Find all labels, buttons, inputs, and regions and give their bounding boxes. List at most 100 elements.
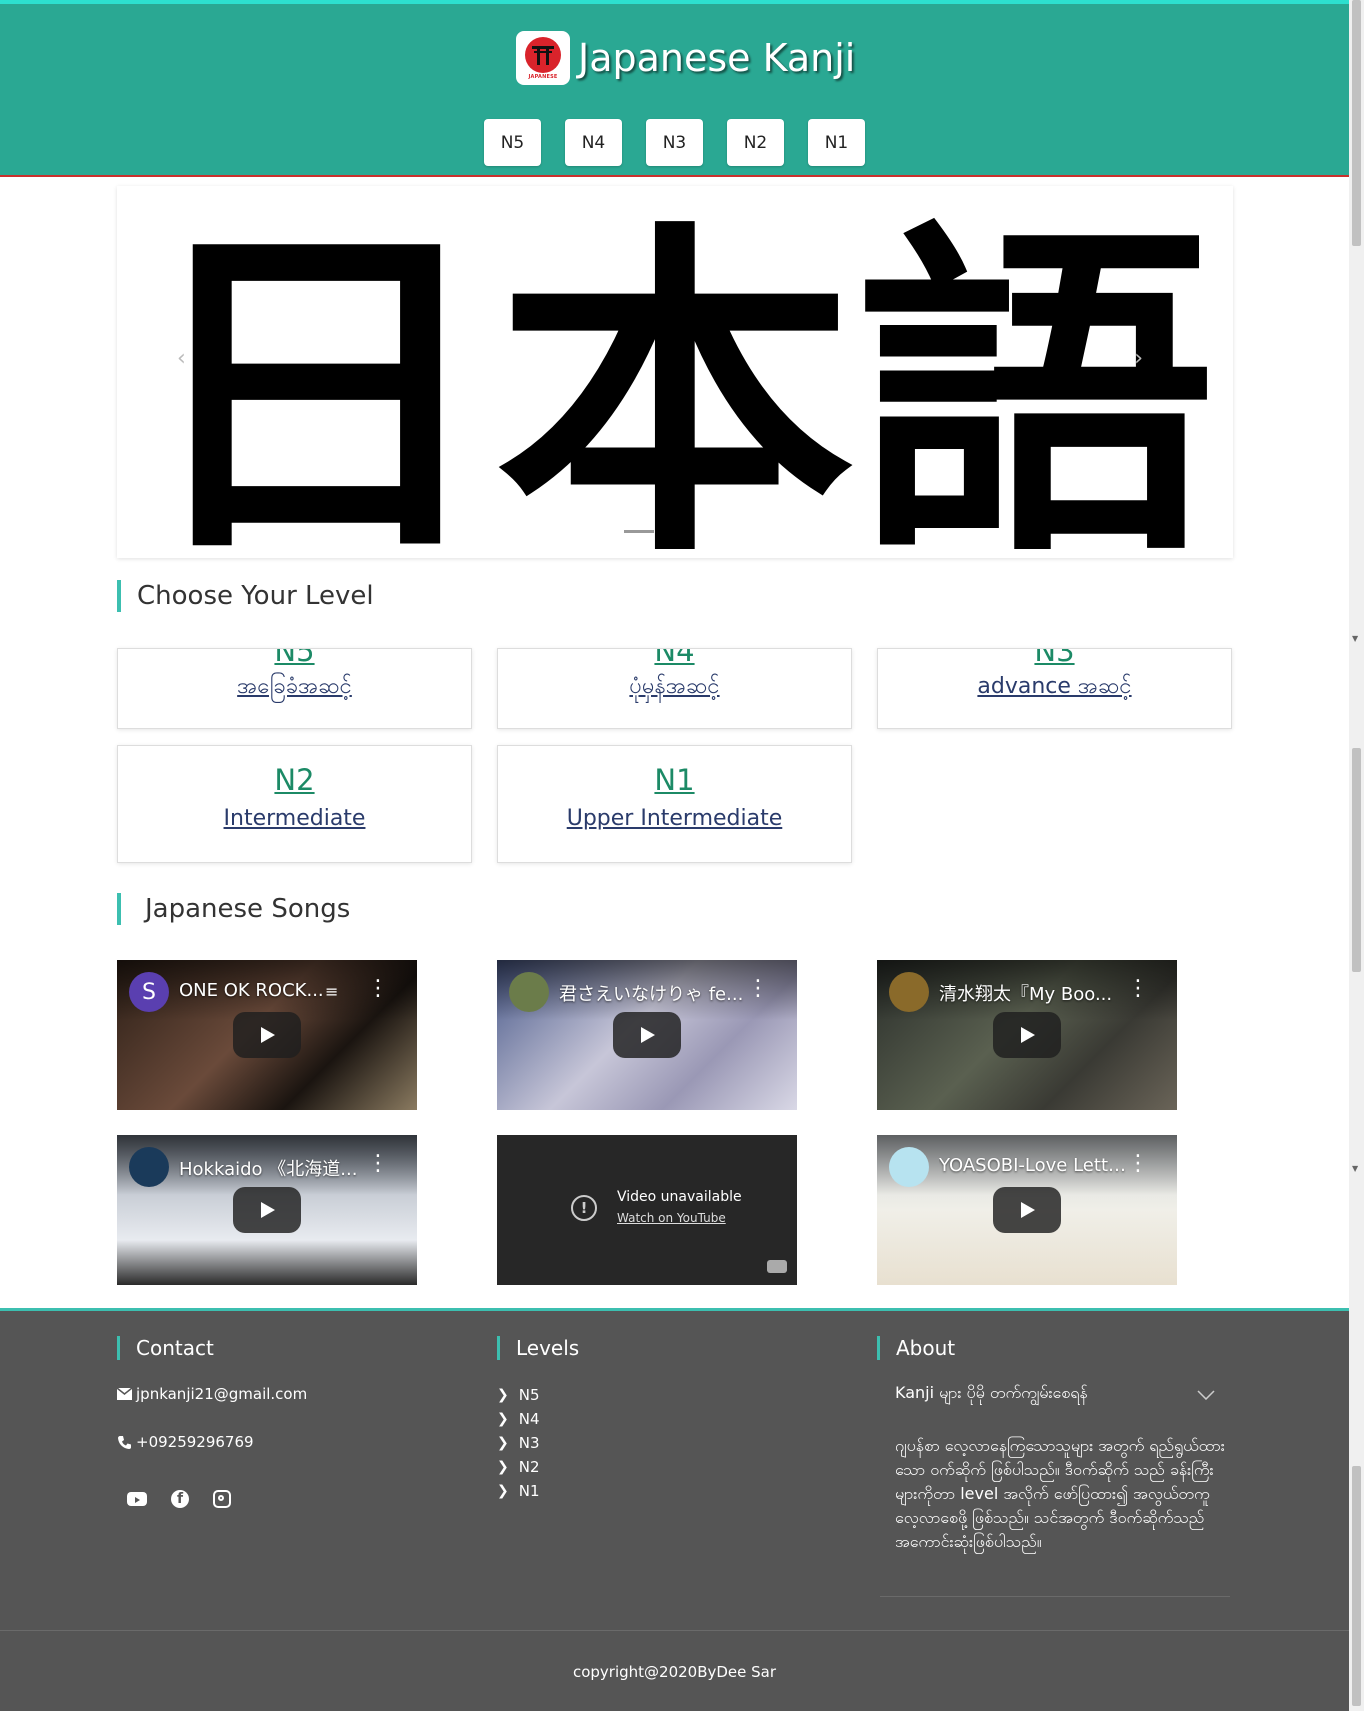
envelope-icon [117,1388,132,1400]
chevron-right-icon: ❯ [497,1483,509,1499]
channel-avatar[interactable] [889,972,929,1012]
play-button[interactable] [233,1012,301,1058]
more-options-icon[interactable]: ⋮ [747,978,769,1000]
video-embed-3[interactable]: 清水翔太『My Boo... ⋮ [877,960,1177,1110]
level-desc[interactable]: ပုံမှန်အဆင့် [498,671,851,704]
watch-on-youtube-link[interactable]: Watch on YouTube [617,1211,726,1225]
email-text[interactable]: jpnkanji21@gmail.com [136,1385,307,1403]
level-card-n4[interactable]: N4 ပုံမှန်အဆင့် [497,648,852,729]
level-desc[interactable]: Upper Intermediate [498,806,851,831]
youtube-icon[interactable] [127,1492,147,1506]
level-code[interactable]: N2 [118,762,471,798]
footer-level-n5[interactable]: ❯ N5 [497,1386,540,1404]
playlist-icon[interactable]: ≡ [325,982,338,1001]
level-desc[interactable]: Intermediate [118,806,471,831]
scrollbar-thumb[interactable] [1352,1466,1361,1706]
carousel-prev-arrow[interactable]: ‹ [177,346,186,371]
footer-level-label[interactable]: N2 [519,1458,540,1476]
hero-kanji: 日本語 [135,197,1215,558]
level-code[interactable]: N1 [498,762,851,798]
carousel-next-arrow[interactable]: › [1134,346,1143,371]
video-unavailable-text: Video unavailable [617,1189,742,1205]
about-accordion-label[interactable]: Kanji များ ပိုမို တက်ကျွမ်းစေရန် [895,1383,1088,1402]
about-accordion-header[interactable]: Kanji များ ပိုမို တက်ကျွမ်းစေရန် [895,1382,1215,1410]
play-button[interactable] [233,1187,301,1233]
scroll-down-arrow-icon[interactable]: ▼ [1352,1164,1358,1173]
scroll-down-arrow-icon[interactable]: ▼ [1352,634,1358,643]
footer-level-label[interactable]: N5 [519,1386,540,1404]
nav-button-n5[interactable]: N5 [484,119,541,166]
instagram-icon[interactable] [213,1490,231,1508]
hero-carousel: 日本語 ‹ › [117,186,1233,558]
play-button[interactable] [993,1187,1061,1233]
footer-level-n4[interactable]: ❯ N4 [497,1410,540,1428]
channel-avatar[interactable] [129,1147,169,1187]
scrollbar-thumb[interactable] [1352,748,1361,972]
site-title[interactable]: Japanese Kanji [578,36,855,80]
video-embed-6[interactable]: YOASOBI-Love Lette... ⋮ [877,1135,1177,1285]
level-code[interactable]: N5 [118,649,471,667]
level-desc[interactable]: အခြေခံအဆင့် [118,671,471,704]
channel-avatar[interactable]: S [129,972,169,1012]
level-card-n1[interactable]: N1 Upper Intermediate [497,745,852,863]
brand[interactable]: JAPANESE Japanese Kanji [516,30,855,86]
footer-level-label[interactable]: N1 [519,1482,540,1500]
about-body-text: ဂျပန်စာ လေ့လာနေကြသောသူများ အတွက် ရည်ရွယ်… [895,1436,1225,1551]
more-options-icon[interactable]: ⋮ [367,1153,389,1175]
phone-text[interactable]: +09259296769 [136,1433,254,1451]
more-options-icon[interactable]: ⋮ [367,978,389,1000]
video-embed-4[interactable]: Hokkaido 《北海道... ⋮ [117,1135,417,1285]
nav-button-n4[interactable]: N4 [565,119,622,166]
channel-avatar[interactable] [509,972,549,1012]
songs-title: Japanese Songs [117,893,350,925]
level-nav: N5 N4 N3 N2 N1 [484,119,865,166]
level-card-n3[interactable]: N3 advance အဆင့် [877,648,1232,729]
phone-icon [118,1435,131,1449]
footer-about-title: About [877,1336,955,1360]
video-title[interactable]: 清水翔太『My Boo... [939,980,1129,1006]
logo[interactable]: JAPANESE [516,31,570,85]
more-options-icon[interactable]: ⋮ [1127,978,1149,1000]
youtube-logo-icon[interactable] [767,1260,787,1273]
chevron-right-icon: ❯ [497,1411,509,1427]
video-embed-2[interactable]: 君さえいなけりゃ fe... ⋮ [497,960,797,1110]
footer-level-label[interactable]: N4 [519,1410,540,1428]
video-embed-unavailable[interactable]: ! Video unavailable Watch on YouTube [497,1135,797,1285]
warning-icon: ! [571,1195,597,1221]
carousel-indicator[interactable] [624,530,654,533]
video-title[interactable]: ONE OK ROCK... [179,980,369,1001]
chevron-right-icon: ❯ [497,1387,509,1403]
site-header: JAPANESE Japanese Kanji N5 N4 N3 N2 N1 [0,0,1349,177]
footer-level-n2[interactable]: ❯ N2 [497,1458,540,1476]
nav-button-n1[interactable]: N1 [808,119,865,166]
video-title[interactable]: YOASOBI-Love Lette... [939,1155,1129,1176]
level-card-n2[interactable]: N2 Intermediate [117,745,472,863]
nav-button-n3[interactable]: N3 [646,119,703,166]
footer-email[interactable]: jpnkanji21@gmail.com [117,1385,307,1403]
video-title[interactable]: 君さえいなけりゃ fe... [559,980,749,1006]
nav-button-n2[interactable]: N2 [727,119,784,166]
level-card-n5[interactable]: N5 အခြေခံအဆင့် [117,648,472,729]
level-desc[interactable]: advance အဆင့် [878,671,1231,704]
more-options-icon[interactable]: ⋮ [1127,1153,1149,1175]
copyright-bar: copyright@2020ByDee Sar [0,1630,1349,1712]
play-button[interactable] [993,1012,1061,1058]
scrollbar-thumb[interactable] [1352,0,1361,246]
facebook-icon[interactable]: f [171,1490,189,1508]
level-code[interactable]: N4 [498,649,851,667]
footer-level-n3[interactable]: ❯ N3 [497,1434,540,1452]
choose-level-title: Choose Your Level [117,580,374,612]
chevron-down-icon [1197,1390,1215,1400]
scrollbar[interactable]: ▼ ▼ [1349,0,1364,1711]
play-button[interactable] [613,1012,681,1058]
footer-phone[interactable]: +09259296769 [117,1433,254,1451]
video-title[interactable]: Hokkaido 《北海道... [179,1155,369,1181]
channel-avatar[interactable] [889,1147,929,1187]
about-divider [880,1596,1230,1597]
video-embed-1[interactable]: S ONE OK ROCK... ≡ ⋮ [117,960,417,1110]
footer-level-label[interactable]: N3 [519,1434,540,1452]
level-code[interactable]: N3 [878,649,1231,667]
play-icon [261,1027,275,1043]
chevron-right-icon: ❯ [497,1459,509,1475]
footer-level-n1[interactable]: ❯ N1 [497,1482,540,1500]
